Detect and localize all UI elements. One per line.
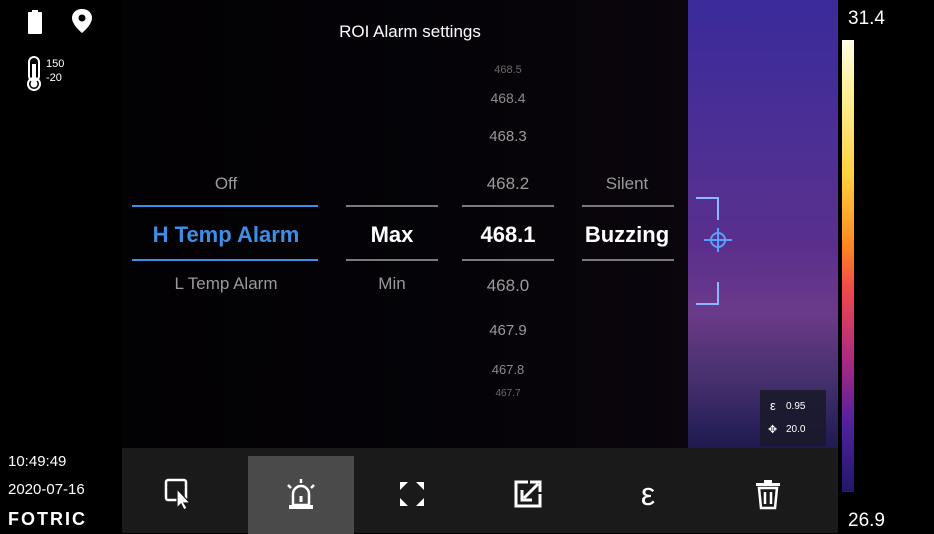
mode-picker[interactable]: Silent Buzzing [578,160,676,310]
expand-icon [400,482,424,506]
thermometer-icon [27,56,41,91]
date: 2020-07-16 [8,481,85,498]
value-option[interactable]: 468.4 [462,90,554,106]
measure-option-min[interactable]: Min [346,274,438,294]
color-scale-bar [842,40,854,492]
value-option[interactable]: 467.7 [462,388,554,399]
selection-line-bottom [132,259,318,261]
alarm-type-option-low[interactable]: L Temp Alarm [130,274,322,294]
epsilon-icon: ε [640,475,656,512]
value-option[interactable]: 468.3 [462,128,554,145]
value-option[interactable]: 468.5 [462,64,554,76]
selection-line-bottom [462,259,554,261]
dialog-title: ROI Alarm settings [339,22,481,41]
location-pin-icon [72,9,92,33]
mode-selected[interactable]: Buzzing [578,222,676,248]
delete-button[interactable] [720,458,816,530]
roi-select-icon [164,478,192,511]
mode-option-silent[interactable]: Silent [578,174,676,194]
selection-line-top [346,205,438,207]
scale-min: 26.9 [848,510,885,531]
epsilon-icon: ε [770,398,776,413]
value-option[interactable]: 468.0 [462,276,554,296]
value-option[interactable]: 467.9 [462,322,554,339]
alarm-type-selected[interactable]: H Temp Alarm [130,222,322,248]
alarm-type-picker[interactable]: Off H Temp Alarm L Temp Alarm [130,160,322,310]
selection-line-bottom [346,259,438,261]
export-button[interactable] [480,458,576,530]
emissivity-button[interactable]: ε [600,458,696,530]
brand-logo: FOTRIC [8,509,87,529]
scale-max: 31.4 [848,8,885,29]
clock: 10:49:49 [8,453,67,470]
roi-marker[interactable] [696,196,736,306]
value-option[interactable]: 468.2 [462,174,554,194]
value-option[interactable]: 467.8 [462,362,554,377]
expand-button[interactable] [364,458,460,530]
battery-icon [28,10,42,34]
trash-icon [756,480,780,510]
selection-line-bottom [582,259,674,261]
alarm-settings-button[interactable] [248,456,354,534]
emissivity-value: 0.95 [786,401,806,412]
selection-line-top [582,205,674,207]
selection-line-top [462,205,554,207]
selection-line-top [132,205,318,207]
distance-value: 20.0 [786,424,806,435]
emissivity-info: ε 0.95 ✥ 20.0 [760,390,826,446]
roi-select-button[interactable] [132,458,228,530]
alarm-icon [287,479,315,509]
measure-picker[interactable]: Max Min [346,160,438,310]
export-icon [514,480,542,508]
alarm-type-option-off[interactable]: Off [130,174,322,194]
measure-selected[interactable]: Max [346,222,438,248]
range-low: -20 [46,72,62,84]
status-column: 150 -20 10:49:49 2020-07-16 FOTRIC [0,0,122,533]
distance-icon: ✥ [768,424,778,436]
value-selected[interactable]: 468.1 [462,222,554,248]
value-picker[interactable]: 468.5 468.4 468.3 468.2 468.1 468.0 467.… [462,60,554,410]
range-high: 150 [46,58,65,70]
